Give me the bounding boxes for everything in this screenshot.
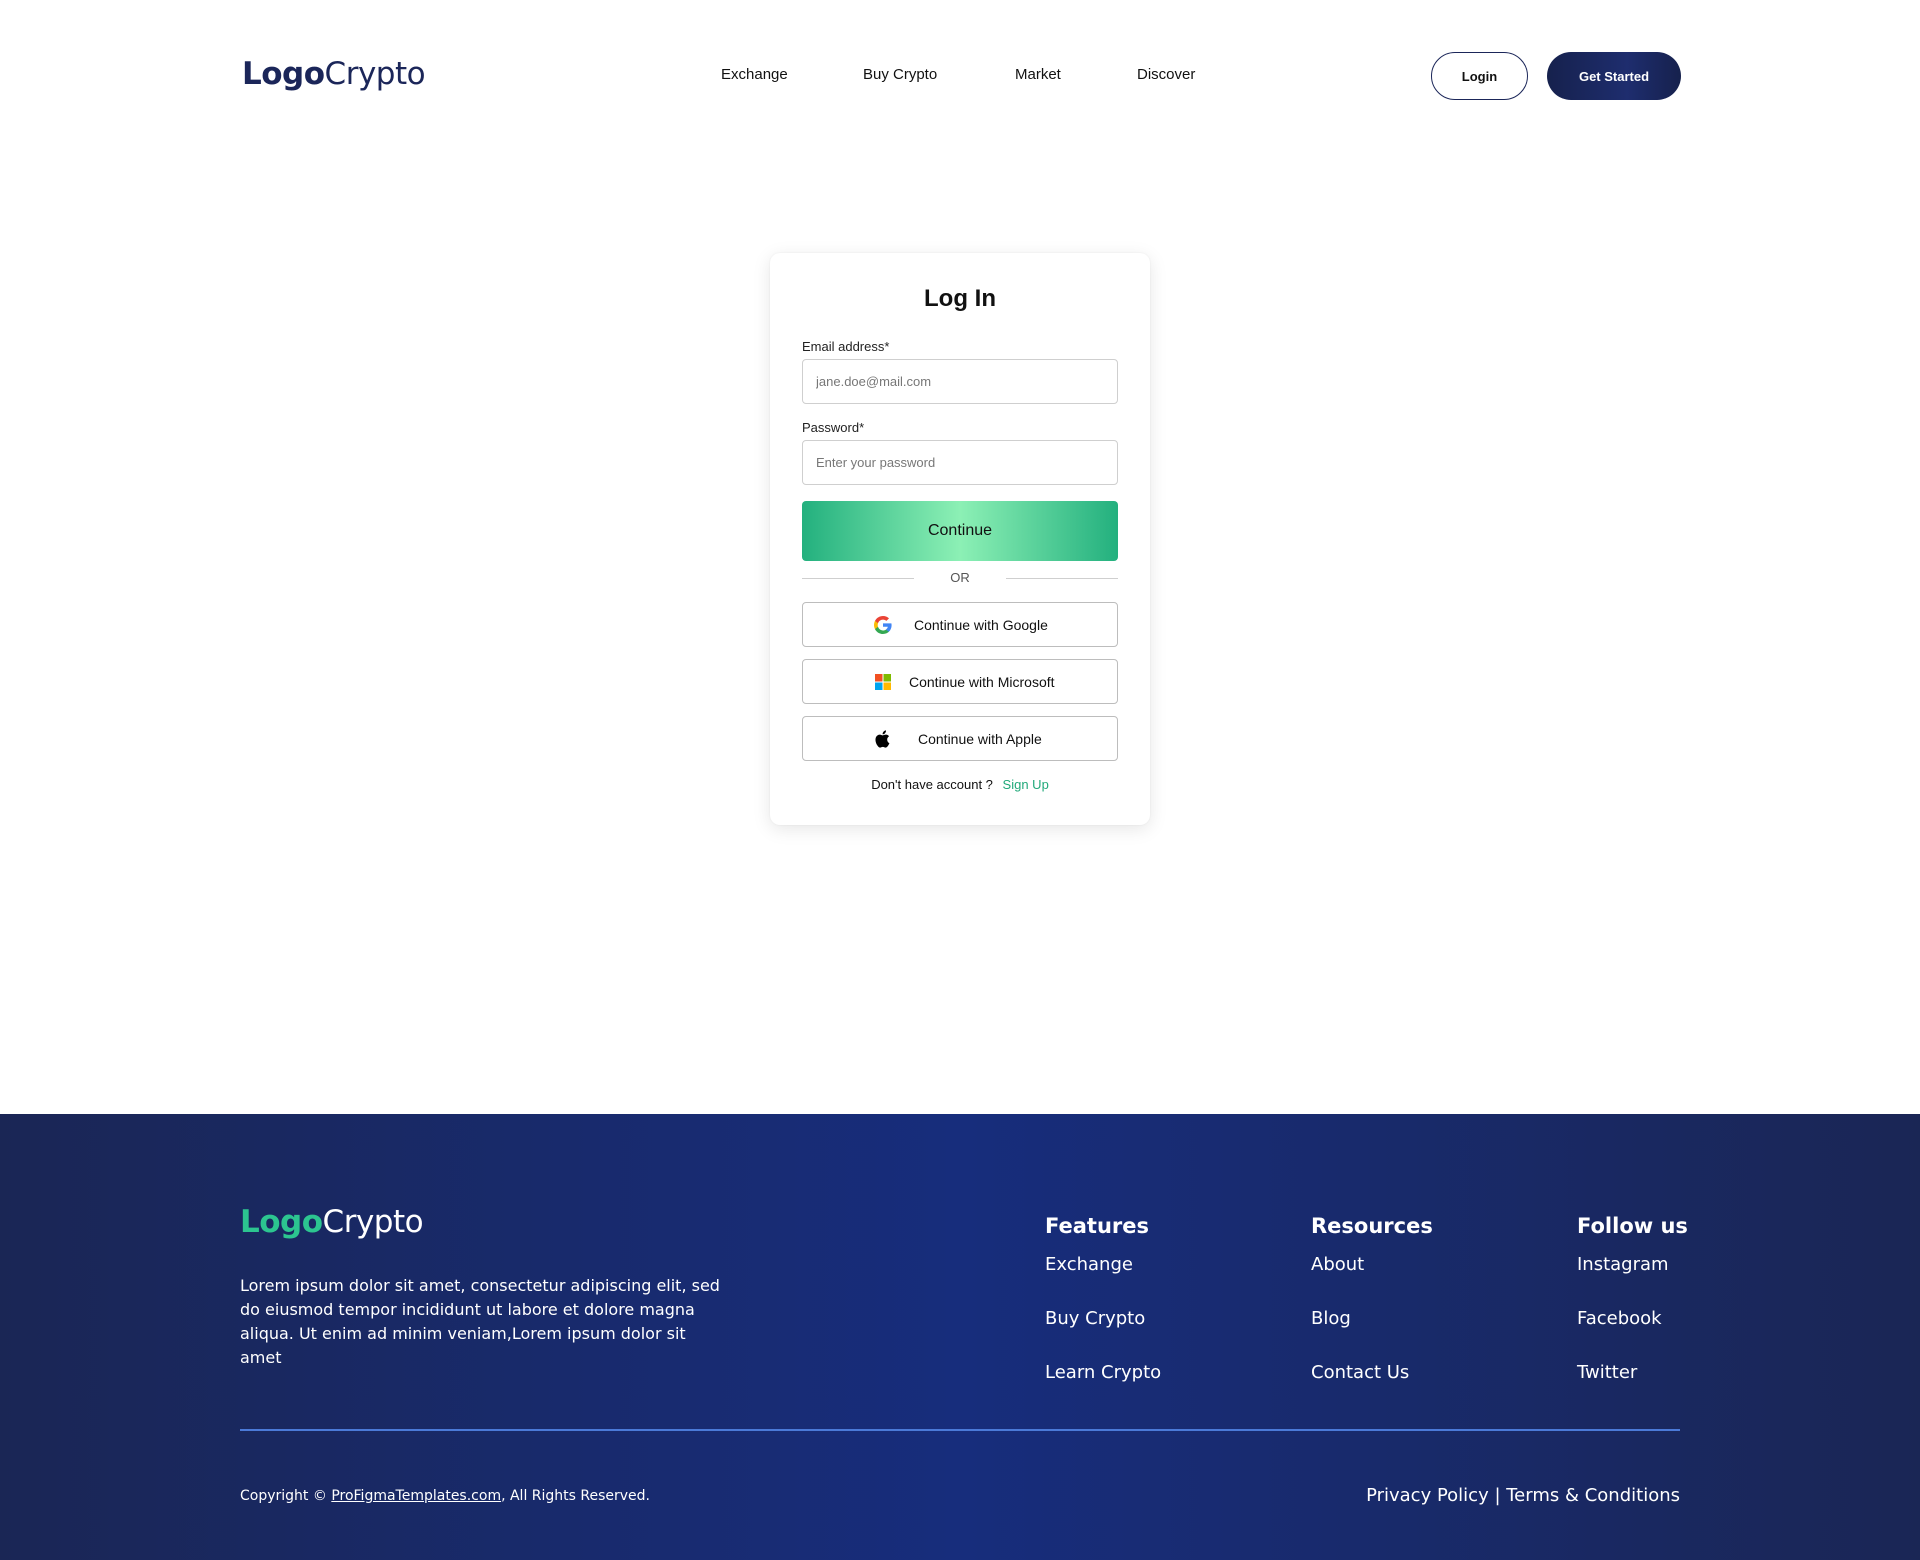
footer-logo[interactable]: LogoCrypto bbox=[240, 1204, 424, 1240]
site-footer: LogoCrypto Lorem ipsum dolor sit amet, c… bbox=[0, 1114, 1920, 1560]
footer-link-contact-us[interactable]: Contact Us bbox=[1311, 1362, 1409, 1383]
footer-link-learn-crypto[interactable]: Learn Crypto bbox=[1045, 1362, 1161, 1383]
legal-links[interactable]: Privacy Policy | Terms & Conditions bbox=[1366, 1485, 1680, 1506]
copyright-site-link[interactable]: ProFigmaTemplates.com bbox=[331, 1488, 501, 1504]
signup-row: Don't have account ? Sign Up bbox=[770, 777, 1150, 792]
get-started-button[interactable]: Get Started bbox=[1547, 52, 1681, 100]
email-field[interactable] bbox=[802, 359, 1118, 404]
apple-signin-button[interactable]: Continue with Apple bbox=[802, 716, 1118, 761]
footer-column-resources: Resources About Blog Contact Us bbox=[1311, 1214, 1433, 1383]
login-button[interactable]: Login bbox=[1431, 52, 1528, 100]
footer-logo-part-b: Crypto bbox=[322, 1204, 424, 1240]
google-icon bbox=[874, 616, 892, 634]
login-card: Log In Email address* Password* Continue… bbox=[770, 253, 1150, 825]
footer-link-instagram[interactable]: Instagram bbox=[1577, 1254, 1669, 1275]
footer-link-facebook[interactable]: Facebook bbox=[1577, 1308, 1662, 1329]
login-title: Log In bbox=[924, 285, 996, 312]
footer-divider bbox=[240, 1429, 1680, 1431]
nav-item-buy-crypto[interactable]: Buy Crypto bbox=[863, 66, 937, 83]
footer-column-features: Features Exchange Buy Crypto Learn Crypt… bbox=[1045, 1214, 1161, 1383]
microsoft-icon bbox=[875, 674, 891, 690]
footer-link-blog[interactable]: Blog bbox=[1311, 1308, 1351, 1329]
footer-column-title: Resources bbox=[1311, 1214, 1433, 1238]
copyright-text: Copyright © ProFigmaTemplates.com, All R… bbox=[240, 1488, 650, 1504]
footer-link-about[interactable]: About bbox=[1311, 1254, 1364, 1275]
copyright-prefix: Copyright © bbox=[240, 1488, 332, 1504]
google-signin-label: Continue with Google bbox=[914, 617, 1048, 633]
no-account-text: Don't have account ? bbox=[871, 777, 993, 792]
apple-icon bbox=[875, 730, 890, 748]
footer-column-title: Follow us bbox=[1577, 1214, 1688, 1238]
site-header: LogoCrypto Exchange Buy Crypto Market Di… bbox=[0, 0, 1920, 152]
footer-column-title: Features bbox=[1045, 1214, 1149, 1238]
password-label: Password* bbox=[802, 420, 865, 435]
password-field[interactable] bbox=[802, 440, 1118, 485]
footer-logo-part-a: Logo bbox=[240, 1204, 323, 1240]
footer-link-buy-crypto[interactable]: Buy Crypto bbox=[1045, 1308, 1145, 1329]
google-signin-button[interactable]: Continue with Google bbox=[802, 602, 1118, 647]
nav-item-discover[interactable]: Discover bbox=[1137, 66, 1195, 83]
nav-item-market[interactable]: Market bbox=[1015, 66, 1061, 83]
footer-link-twitter[interactable]: Twitter bbox=[1577, 1362, 1637, 1383]
email-label: Email address* bbox=[802, 339, 890, 354]
microsoft-signin-label: Continue with Microsoft bbox=[909, 674, 1055, 690]
nav-item-exchange[interactable]: Exchange bbox=[721, 66, 788, 83]
footer-column-follow-us: Follow us Instagram Facebook Twitter bbox=[1577, 1214, 1688, 1383]
signup-link[interactable]: Sign Up bbox=[1003, 777, 1049, 792]
copyright-suffix: , All Rights Reserved. bbox=[501, 1488, 651, 1504]
footer-link-exchange[interactable]: Exchange bbox=[1045, 1254, 1133, 1275]
continue-button[interactable]: Continue bbox=[802, 501, 1118, 561]
footer-description: Lorem ipsum dolor sit amet, consectetur … bbox=[240, 1276, 720, 1367]
or-line-right bbox=[1006, 578, 1118, 579]
microsoft-signin-button[interactable]: Continue with Microsoft bbox=[802, 659, 1118, 704]
or-divider: OR bbox=[802, 568, 1118, 588]
apple-signin-label: Continue with Apple bbox=[918, 731, 1042, 747]
